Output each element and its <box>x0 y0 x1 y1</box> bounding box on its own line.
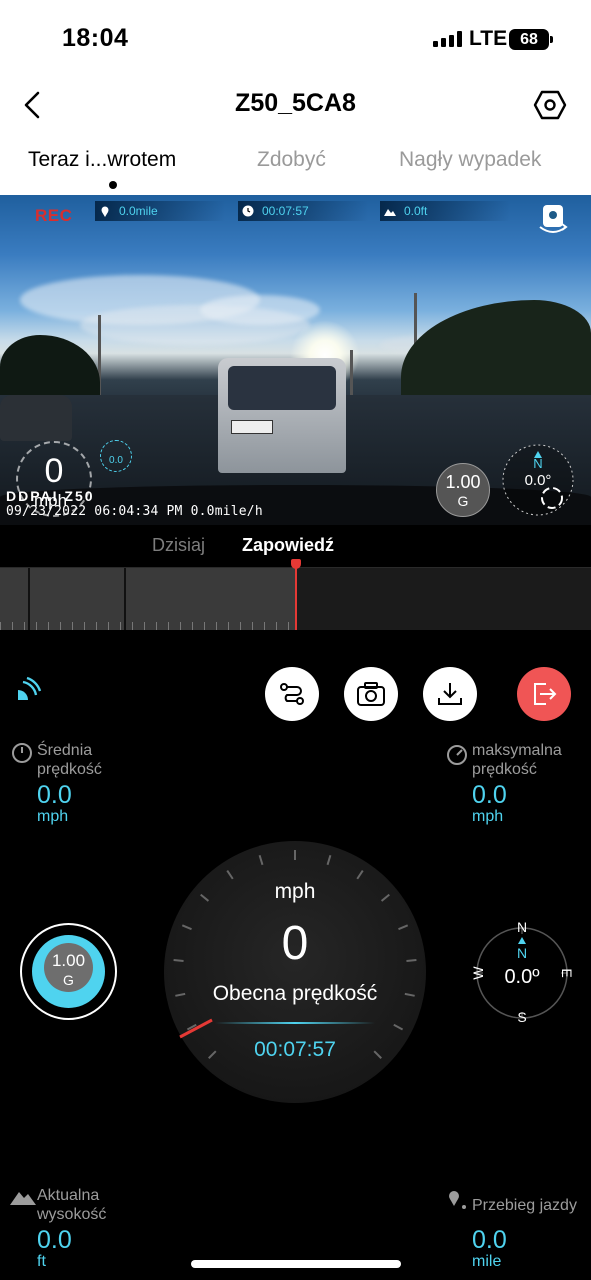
g-sensor-unit: G <box>63 972 74 988</box>
speedometer-icon <box>12 743 32 763</box>
clock-icon <box>242 205 254 217</box>
download-icon <box>438 683 462 705</box>
altitude-label: Aktualna wysokość <box>37 1187 107 1223</box>
altitude-unit: ft <box>37 1253 46 1270</box>
tab-live[interactable]: Teraz i...wrotem <box>28 148 176 172</box>
switch-camera-icon <box>539 205 568 233</box>
svg-text:0.0º: 0.0º <box>504 966 540 988</box>
current-speed-value: 0 <box>281 917 309 970</box>
mountain-icon <box>384 209 396 216</box>
battery-icon: 68 <box>509 29 553 50</box>
camera-icon <box>357 682 385 706</box>
avg-speed-unit: mph <box>37 808 69 825</box>
video-speed-value: 0 <box>44 452 64 490</box>
svg-text:N: N <box>517 945 527 961</box>
hud-duration: 00:07:57 <box>238 201 368 221</box>
top-header: 18:04 LTE 68 Z50_5CA8 Teraz i...wrotem Z… <box>0 0 591 195</box>
live-video[interactable]: REC 0.0mile 00:07:57 0.0ft 0 mph 0.0 1.0… <box>0 195 591 525</box>
timeline-tabs: Dzisiaj Zapowiedź <box>0 535 591 561</box>
snapshot-button[interactable] <box>344 667 398 721</box>
svg-text:W: W <box>470 966 486 980</box>
mileage-unit: mile <box>472 1253 502 1270</box>
route-pin-icon <box>101 206 109 217</box>
avg-speed-value: 0.0 <box>37 781 72 809</box>
video-mini-gauge: 0.0 <box>100 440 132 472</box>
settings-button[interactable] <box>533 88 567 122</box>
svg-text:E: E <box>559 968 575 977</box>
video-g-sensor: 1.00 G <box>436 463 490 517</box>
hud-distance: 0.0mile <box>95 201 225 221</box>
vehicle-ahead <box>218 358 346 473</box>
max-speed-label: maksymalna prędkość <box>472 742 562 778</box>
home-indicator[interactable] <box>191 1260 401 1268</box>
svg-text:N: N <box>517 920 527 935</box>
hud-altitude: 0.0ft <box>380 201 510 221</box>
video-compass-icon: N 0.0° <box>502 444 574 516</box>
route-pin-icon <box>449 1191 466 1209</box>
max-gauge-icon <box>447 745 467 765</box>
wifi-signal-icon <box>18 676 42 700</box>
max-speed-unit: mph <box>472 808 504 825</box>
avg-speed-label: Średnia prędkość <box>37 742 102 778</box>
camera-switch-button[interactable] <box>537 203 569 235</box>
tab-preview[interactable]: Zapowiedź <box>242 535 334 556</box>
tab-today[interactable]: Dzisiaj <box>152 535 205 556</box>
video-overlay-logo: DDPAI Z50 <box>6 488 95 504</box>
timeline-scrubber[interactable] <box>0 559 591 630</box>
gear-icon <box>533 90 567 120</box>
route-button[interactable] <box>265 667 319 721</box>
route-icon <box>280 683 304 705</box>
page-title: Z50_5CA8 <box>235 89 356 117</box>
video-overlay-timestamp: 09/23/2022 06:04:34 PM 0.0mile/h <box>6 504 263 519</box>
g-sensor-value: 1.00 <box>51 951 86 970</box>
svg-text:S: S <box>517 1009 526 1025</box>
active-tab-indicator <box>109 181 117 189</box>
status-time: 18:04 <box>62 24 129 52</box>
signal-icon <box>433 31 463 47</box>
compass-icon: N S W E N 0.0º <box>470 920 575 1025</box>
mountain-icon <box>10 1192 36 1205</box>
altitude-value: 0.0 <box>37 1226 72 1254</box>
mileage-value: 0.0 <box>472 1226 507 1254</box>
svg-text:0.0°: 0.0° <box>525 472 552 489</box>
g-sensor-dial: 1.00 G <box>20 923 117 1020</box>
exit-button[interactable] <box>517 667 571 721</box>
exit-icon <box>534 683 557 705</box>
max-speed-value: 0.0 <box>472 781 507 809</box>
recording-time: 00:07:57 <box>254 1038 336 1061</box>
current-speed-label: Obecna prędkość <box>212 982 378 1005</box>
download-button[interactable] <box>423 667 477 721</box>
timeline-cursor[interactable] <box>295 560 297 630</box>
svg-text:N: N <box>533 456 542 471</box>
mode-tabs: Teraz i...wrotem Zdobyć Nagły wypadek <box>0 148 591 188</box>
tab-capture[interactable]: Zdobyć <box>257 148 326 172</box>
tab-emergency[interactable]: Nagły wypadek <box>399 148 541 172</box>
gauge-unit: mph <box>274 880 316 903</box>
rec-indicator: REC <box>35 206 73 225</box>
network-label: LTE <box>469 27 508 50</box>
gauge-divider <box>215 1022 375 1024</box>
mileage-label: Przebieg jazdy <box>472 1197 577 1214</box>
battery-level: 68 <box>520 31 538 48</box>
